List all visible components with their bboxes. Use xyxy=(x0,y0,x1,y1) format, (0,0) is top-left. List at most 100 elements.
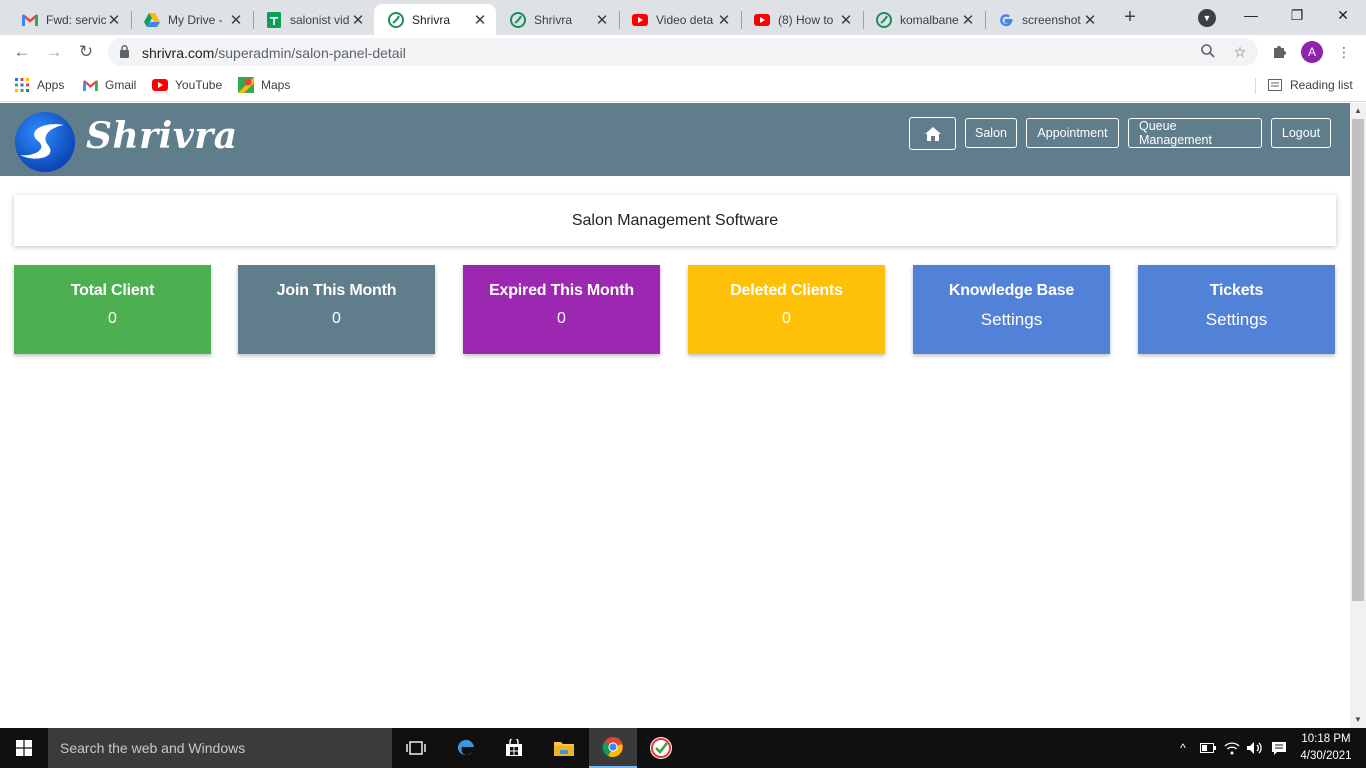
extensions-puzzle-icon[interactable] xyxy=(1271,44,1287,60)
bookmark-label: YouTube xyxy=(175,78,223,92)
address-bar[interactable]: shrivra.com/superadmin/salon-panel-detai… xyxy=(108,38,1258,66)
task-view-icon[interactable] xyxy=(392,728,440,768)
card-title: Join This Month xyxy=(276,282,397,299)
bookmark-maps[interactable]: Maps xyxy=(238,77,290,93)
tab-title: (8) How to xyxy=(778,12,834,27)
tab-title: komalbane xyxy=(900,12,959,27)
windows-start-button[interactable] xyxy=(0,728,48,768)
knowledge-base-card[interactable]: Knowledge Base Settings xyxy=(913,265,1110,354)
action-center-icon[interactable] xyxy=(1268,728,1290,768)
google-sheets-icon xyxy=(266,11,282,28)
tab-close-icon[interactable]: ✕ xyxy=(472,11,488,29)
gmail-icon xyxy=(82,77,98,93)
restore-icon[interactable]: ❐ xyxy=(1274,0,1320,32)
reading-list-icon xyxy=(1267,77,1283,93)
reading-list-button[interactable]: Reading list xyxy=(1267,77,1353,93)
google-icon xyxy=(998,12,1014,28)
file-explorer-icon[interactable] xyxy=(540,728,588,768)
shrivra-favicon-icon xyxy=(388,11,404,28)
total-client-card[interactable]: Total Client 0 xyxy=(14,265,211,354)
salon-nav-button[interactable]: Salon xyxy=(965,118,1017,148)
tab-search-chevron-icon[interactable]: ▼ xyxy=(1198,9,1216,27)
expired-this-month-card[interactable]: Expired This Month 0 xyxy=(463,265,660,354)
back-arrow-icon[interactable]: ← xyxy=(10,40,34,64)
card-settings-link[interactable]: Settings xyxy=(913,310,1110,330)
tab-title: Shrivra xyxy=(534,12,573,27)
chrome-taskbar-icon[interactable] xyxy=(589,728,637,768)
card-value: 0 xyxy=(782,310,791,327)
zoom-icon[interactable] xyxy=(1200,44,1216,60)
bookmarks-divider xyxy=(1255,78,1256,94)
appointment-nav-button[interactable]: Appointment xyxy=(1026,118,1119,148)
logout-button[interactable]: Logout xyxy=(1271,118,1331,148)
browser-tab-sheets[interactable]: salonist vid ✕ xyxy=(252,4,374,35)
new-tab-button[interactable]: + xyxy=(1118,6,1142,30)
join-this-month-card[interactable]: Join This Month 0 xyxy=(238,265,435,354)
card-title: Total Client xyxy=(70,282,155,299)
store-icon[interactable] xyxy=(490,728,538,768)
card-value: 0 xyxy=(557,310,566,327)
bookmark-label: Maps xyxy=(261,78,291,92)
deleted-clients-card[interactable]: Deleted Clients 0 xyxy=(688,265,885,354)
forward-arrow-icon[interactable]: → xyxy=(42,40,66,64)
browser-tab-shrivra-active[interactable]: Shrivra ✕ xyxy=(374,4,496,35)
taskbar-clock[interactable]: 10:18 PM 4/30/2021 xyxy=(1296,731,1356,765)
tab-close-icon[interactable]: ✕ xyxy=(594,11,610,29)
profile-avatar[interactable]: A xyxy=(1301,41,1323,63)
bookmark-youtube[interactable]: YouTube xyxy=(152,77,222,93)
home-button[interactable] xyxy=(909,117,956,150)
maps-pin-icon xyxy=(238,77,254,93)
bookmark-star-icon[interactable]: ☆ xyxy=(1232,44,1248,60)
tab-close-icon[interactable]: ✕ xyxy=(350,11,366,29)
browser-tab-youtube-howto[interactable]: (8) How to ✕ xyxy=(740,4,862,35)
scroll-up-icon[interactable]: ▲ xyxy=(1350,104,1366,118)
shrivra-logo-icon[interactable] xyxy=(14,111,76,173)
bookmark-apps[interactable]: Apps xyxy=(14,77,64,93)
card-settings-link[interactable]: Settings xyxy=(1138,310,1335,330)
url-text: shrivra.com/superadmin/salon-panel-detai… xyxy=(142,45,406,61)
browser-tab-drive[interactable]: My Drive - ✕ xyxy=(130,4,252,35)
windows-logo-icon xyxy=(16,740,32,756)
tab-close-icon[interactable]: ✕ xyxy=(960,11,976,29)
url-domain: shrivra.com xyxy=(142,45,215,61)
chrome-menu-icon[interactable]: ⋮ xyxy=(1336,44,1352,60)
lock-icon xyxy=(120,45,129,58)
queue-management-nav-button[interactable]: Queue Management xyxy=(1128,118,1262,148)
tab-close-icon[interactable]: ✕ xyxy=(838,11,854,29)
window-close-icon[interactable]: ✕ xyxy=(1320,0,1366,32)
apps-grid-icon xyxy=(14,77,30,93)
tab-title: Fwd: servic xyxy=(46,12,106,27)
tab-close-icon[interactable]: ✕ xyxy=(1082,11,1098,29)
youtube-icon xyxy=(632,12,648,28)
browser-tab-gmail[interactable]: Fwd: servic ✕ xyxy=(8,4,130,35)
url-path: /superadmin/salon-panel-detail xyxy=(214,45,406,61)
reload-icon[interactable]: ↻ xyxy=(74,40,98,64)
tab-close-icon[interactable]: ✕ xyxy=(716,11,732,29)
scrollbar-thumb[interactable] xyxy=(1352,119,1364,601)
tickets-card[interactable]: Tickets Settings xyxy=(1138,265,1335,354)
home-icon xyxy=(924,126,941,141)
battery-icon[interactable] xyxy=(1198,728,1218,768)
edge-browser-icon[interactable] xyxy=(442,728,490,768)
gmail-icon xyxy=(22,12,38,28)
app-check-icon[interactable] xyxy=(637,728,685,768)
browser-tab-shrivra[interactable]: Shrivra ✕ xyxy=(496,4,618,35)
browser-tab-google-search[interactable]: screenshot ✕ xyxy=(984,4,1106,35)
scroll-down-icon[interactable]: ▼ xyxy=(1350,713,1366,727)
volume-icon[interactable] xyxy=(1244,728,1266,768)
site-logo-text[interactable]: Shrivra xyxy=(86,115,238,157)
page-scrollbar[interactable]: ▲ ▼ xyxy=(1350,103,1366,728)
browser-tab-komalbane[interactable]: komalbane ✕ xyxy=(862,4,984,35)
bookmark-gmail[interactable]: Gmail xyxy=(82,77,136,93)
minimize-icon[interactable]: — xyxy=(1228,0,1274,32)
taskbar-search-input[interactable]: Search the web and Windows xyxy=(48,728,392,768)
browser-tab-youtube-video[interactable]: Video deta ✕ xyxy=(618,4,740,35)
tab-close-icon[interactable]: ✕ xyxy=(106,11,122,29)
tray-chevron-up-icon[interactable]: ^ xyxy=(1174,728,1192,768)
browser-toolbar: ← → ↻ shrivra.com/superadmin/salon-panel… xyxy=(0,35,1366,69)
wifi-icon[interactable] xyxy=(1222,728,1242,768)
tab-close-icon[interactable]: ✕ xyxy=(228,11,244,29)
tab-title: Shrivra xyxy=(412,12,451,27)
youtube-icon xyxy=(152,77,168,93)
card-title: Expired This Month xyxy=(489,282,634,299)
